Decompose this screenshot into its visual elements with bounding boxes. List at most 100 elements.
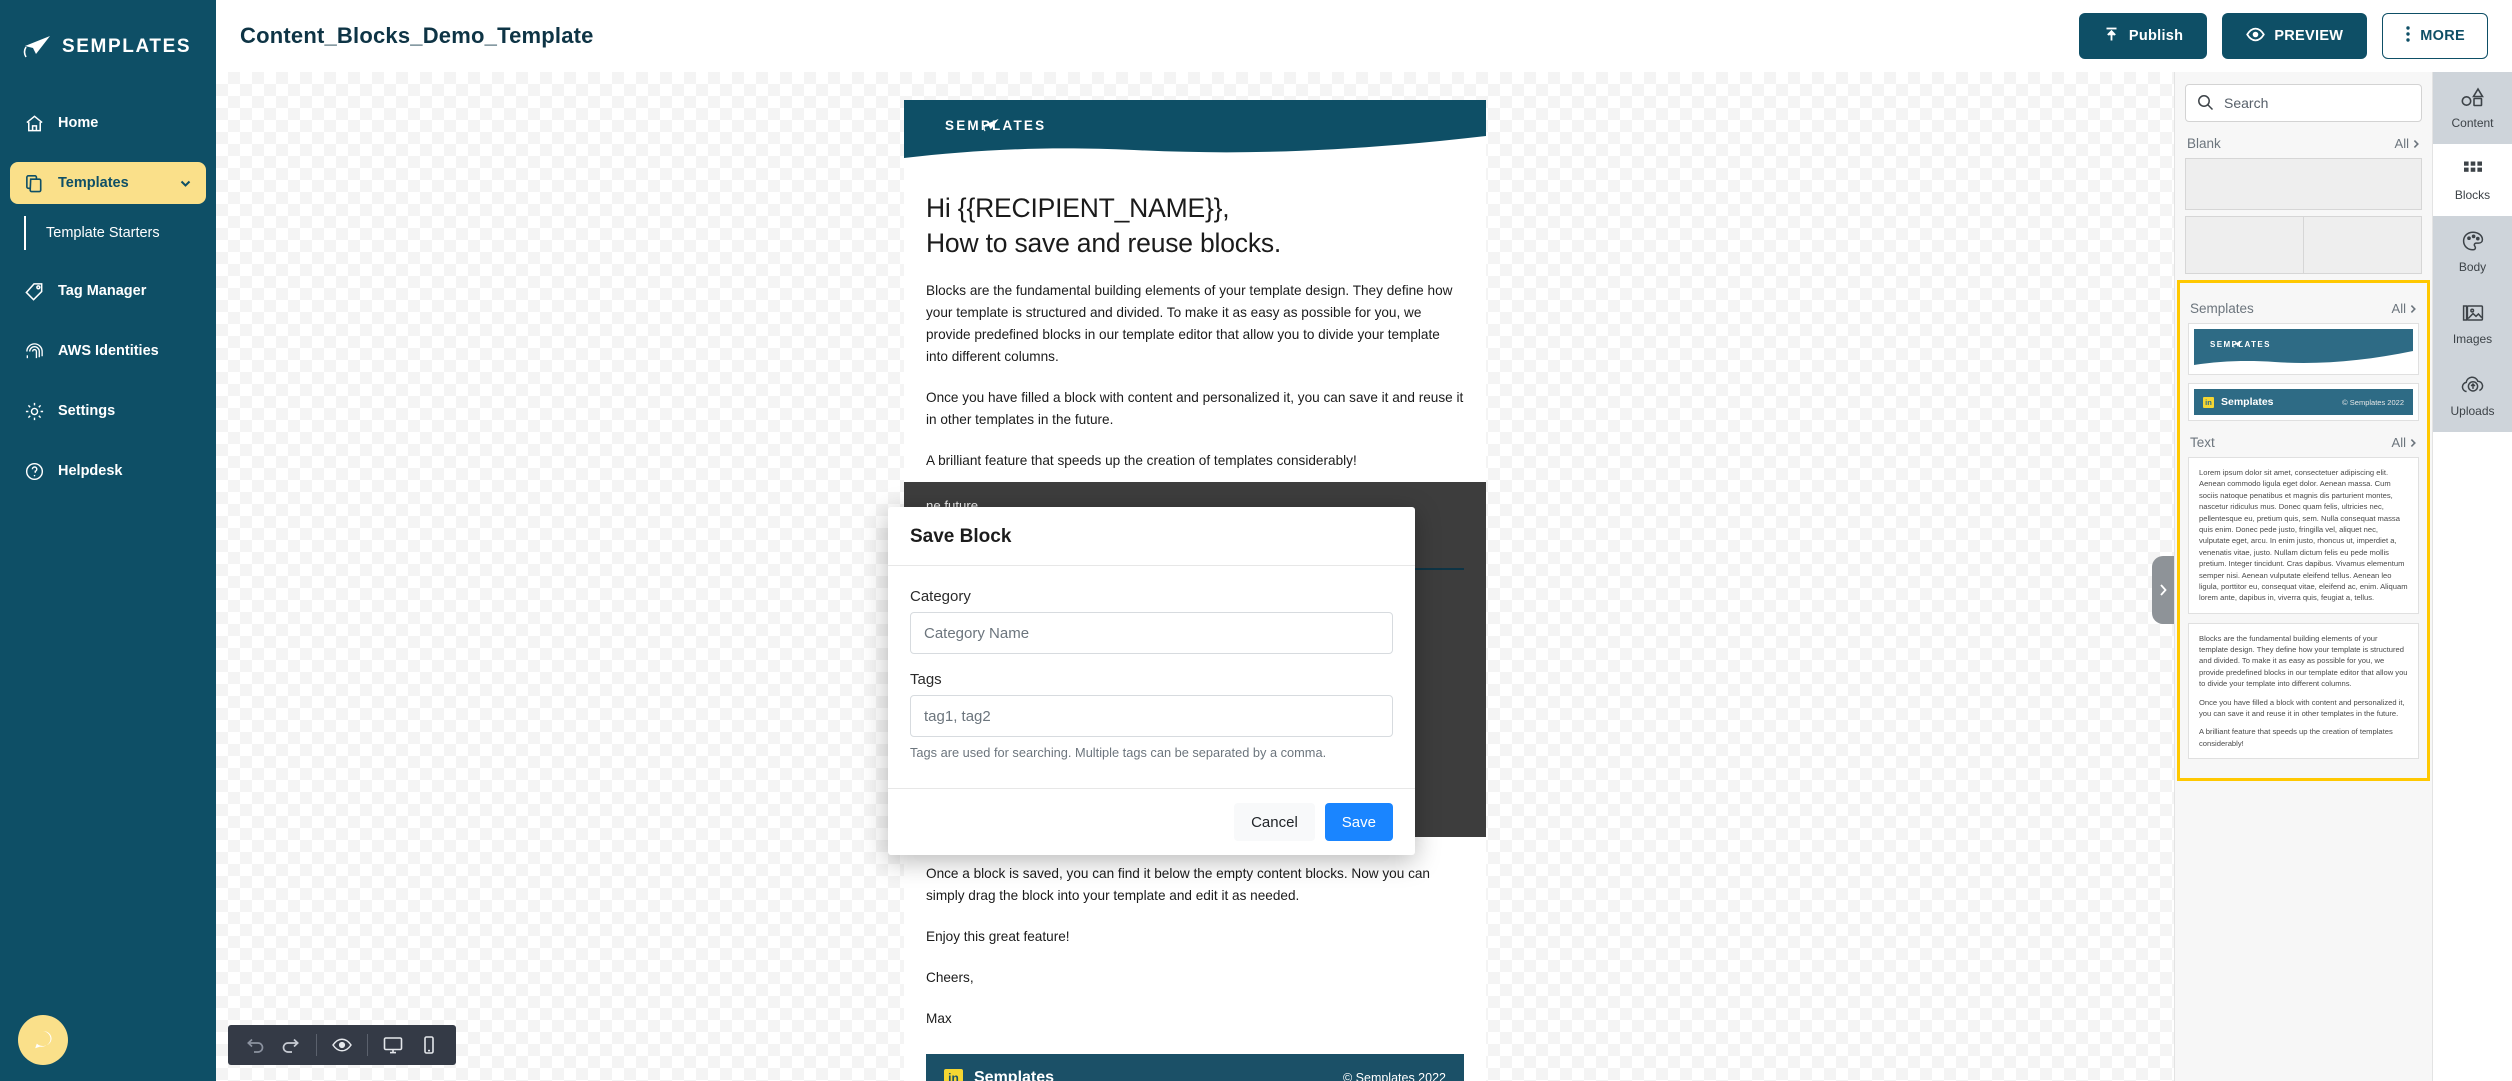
saved-block-footer-thumb[interactable]: in Semplates © Semplates 2022 — [2188, 383, 2419, 421]
section-title: Blank — [2187, 136, 2221, 151]
sidebar-item-template-starters[interactable]: Template Starters — [10, 216, 206, 250]
blocks-panel: Blank All Semplates All — [2174, 72, 2432, 1081]
email-footer[interactable]: in Semplates © Semplates 2022 — [926, 1054, 1464, 1081]
more-button[interactable]: MORE — [2382, 13, 2488, 59]
tag-icon — [24, 281, 45, 302]
mobile-icon[interactable] — [418, 1034, 440, 1056]
copy-icon — [24, 173, 45, 194]
preview-button[interactable]: PREVIEW — [2222, 13, 2368, 59]
email-paragraph[interactable]: Enjoy this great feature! — [926, 926, 1464, 948]
blank-block-2col[interactable] — [2185, 216, 2422, 274]
modal-title: Save Block — [910, 526, 1012, 547]
rail-item-label: Uploads — [2450, 404, 2495, 418]
text-block-thumb[interactable]: Blocks are the fundamental building elem… — [2188, 622, 2419, 760]
hero-logo: SEMPLATES — [936, 118, 1046, 133]
save-button[interactable]: Save — [1324, 803, 1393, 841]
modal-header: Save Block — [888, 507, 1415, 566]
undo-icon[interactable] — [244, 1034, 266, 1056]
modal-body: Category Tags Tags are used for searchin… — [888, 566, 1415, 788]
sidebar-item-helpdesk[interactable]: Helpdesk — [10, 450, 206, 492]
redo-icon[interactable] — [280, 1034, 302, 1056]
search-input[interactable] — [2185, 84, 2422, 122]
palette-icon — [2461, 230, 2485, 255]
sidebar-item-settings[interactable]: Settings — [10, 390, 206, 432]
sidebar-item-templates[interactable]: Templates — [10, 162, 206, 204]
page-title: Content_Blocks_Demo_Template — [240, 23, 594, 48]
panel-collapse-handle[interactable] — [2152, 556, 2174, 624]
rail-item-body[interactable]: Body — [2433, 216, 2512, 288]
email-hero-banner[interactable]: SEMPLATES — [904, 100, 1486, 163]
email-paragraph[interactable]: Blocks are the fundamental building elem… — [926, 280, 1464, 368]
email-heading[interactable]: Hi {{RECIPIENT_NAME}}, How to save and r… — [926, 191, 1464, 261]
right-icon-rail: Content Blocks Body Images Uploads — [2432, 72, 2512, 1081]
email-footer-copyright: © Semplates 2022 — [1342, 1071, 1446, 1081]
highlighted-blocks-region: Semplates All SEMPLATES in Semplates © S… — [2177, 280, 2430, 782]
saved-block-hero-thumb[interactable]: SEMPLATES — [2188, 323, 2419, 375]
rail-item-label: Body — [2458, 260, 2487, 274]
search-icon — [2197, 94, 2214, 116]
cancel-button[interactable]: Cancel — [1234, 803, 1315, 841]
search-wrapper — [2185, 84, 2422, 122]
thumb-footer-bar: in Semplates © Semplates 2022 — [2194, 389, 2413, 415]
section-all-label: All — [2391, 301, 2406, 316]
chevron-right-icon — [2160, 584, 2167, 596]
grid-icon — [2461, 158, 2485, 183]
sidebar-item-tag-manager[interactable]: Tag Manager — [10, 270, 206, 312]
linkedin-icon[interactable]: in — [944, 1068, 963, 1081]
rail-item-uploads[interactable]: Uploads — [2433, 360, 2512, 432]
eye-icon[interactable] — [331, 1034, 353, 1056]
eye-icon — [2246, 27, 2266, 46]
chevron-right-icon — [2410, 304, 2416, 313]
chevron-right-icon — [2413, 139, 2419, 148]
tags-label: Tags — [910, 671, 942, 688]
sidebar-nav: Home Templates Template Starters Tag Man… — [0, 102, 216, 492]
rail-item-label: Blocks — [2454, 188, 2491, 202]
section-title: Text — [2190, 435, 2215, 450]
section-all-link[interactable]: All — [2392, 435, 2417, 450]
category-input[interactable] — [910, 612, 1393, 654]
images-icon — [2461, 302, 2485, 327]
text-block-thumb[interactable]: Lorem ipsum dolor sit amet, consectetuer… — [2188, 457, 2419, 614]
more-label: MORE — [2420, 28, 2465, 44]
hero-wave-shape — [2194, 329, 2413, 365]
sidebar-item-home[interactable]: Home — [10, 102, 206, 144]
email-paragraph[interactable]: Cheers, — [926, 967, 1464, 989]
blank-block-cell[interactable] — [2185, 216, 2304, 274]
section-header-semplates: Semplates All — [2190, 301, 2417, 316]
blank-block-cell[interactable] — [2304, 216, 2422, 274]
rail-item-images[interactable]: Images — [2433, 288, 2512, 360]
text-block-paragraph: A brilliant feature that speeds up the c… — [2199, 727, 2393, 748]
section-header-text: Text All — [2190, 435, 2417, 450]
sidebar-item-label: AWS Identities — [58, 343, 159, 359]
left-sidebar: SEMPLATES Home Templates Template Starte… — [0, 0, 216, 1081]
chat-bubble-icon[interactable] — [18, 1015, 68, 1065]
chevron-down-icon[interactable] — [179, 177, 192, 190]
section-title: Semplates — [2190, 301, 2254, 316]
email-paragraph[interactable]: Once you have filled a block with conten… — [926, 387, 1464, 431]
publish-button[interactable]: Publish — [2078, 13, 2208, 59]
email-paragraph[interactable]: Once a block is saved, you can find it b… — [926, 863, 1464, 907]
desktop-icon[interactable] — [382, 1034, 404, 1056]
tags-input[interactable] — [910, 695, 1393, 737]
sidebar-item-label: Helpdesk — [58, 463, 123, 479]
top-header: Content_Blocks_Demo_Template Publish PRE… — [216, 0, 2512, 72]
thumb-footer-name: Semplates — [2221, 396, 2274, 408]
chevron-right-icon — [2410, 438, 2416, 447]
cloud-upload-icon — [2460, 374, 2486, 399]
sidebar-item-aws-identities[interactable]: AWS Identities — [10, 330, 206, 372]
email-paragraph[interactable]: A brilliant feature that speeds up the c… — [926, 450, 1464, 472]
email-paragraph[interactable]: Max — [926, 1008, 1464, 1030]
brand-name: SEMPLATES — [62, 36, 192, 57]
blank-block-1col[interactable] — [2185, 158, 2422, 210]
thumb-hero-banner: SEMPLATES — [2194, 329, 2413, 369]
tags-hint: Tags are used for searching. Multiple ta… — [910, 745, 1327, 760]
rail-item-content[interactable]: Content — [2433, 72, 2512, 144]
text-block-paragraph: Blocks are the fundamental building elem… — [2199, 633, 2408, 689]
rail-item-blocks[interactable]: Blocks — [2433, 144, 2512, 216]
section-all-link[interactable]: All — [2392, 301, 2417, 316]
shapes-icon — [2460, 86, 2486, 111]
home-icon — [24, 113, 45, 134]
brand-logo-area[interactable]: SEMPLATES — [0, 0, 216, 72]
toolbar-divider — [367, 1034, 368, 1056]
section-all-link[interactable]: All — [2395, 136, 2420, 151]
